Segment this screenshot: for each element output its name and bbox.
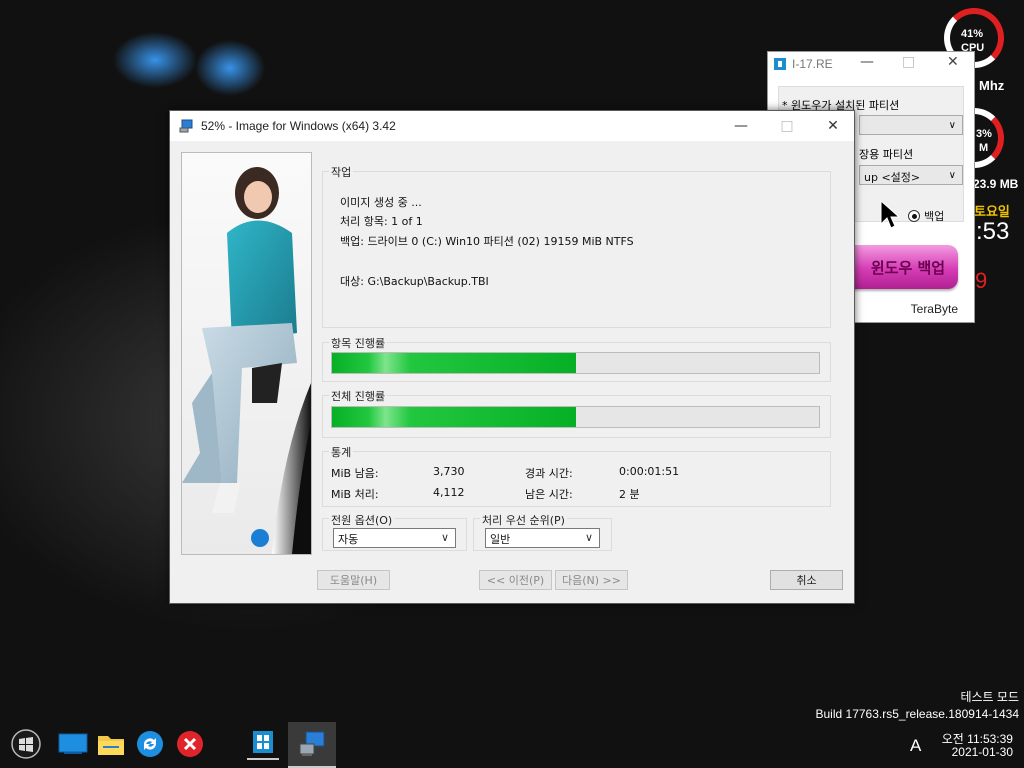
re-brand: TeraByte	[910, 302, 958, 316]
window-title: 52% - Image for Windows (x64) 3.42	[201, 119, 396, 133]
mouse-cursor-icon	[880, 200, 900, 229]
status-text: 이미지 생성 중 ...	[340, 196, 422, 209]
power-options-label: 전원 옵션(O)	[329, 512, 395, 528]
taskbar-image-for-windows[interactable]	[288, 722, 336, 768]
elapsed-label: 경과 시간:	[525, 467, 573, 480]
maximize-button[interactable]: □	[764, 111, 810, 141]
app-computer-icon	[179, 119, 193, 133]
chevron-down-icon: ∨	[584, 531, 593, 544]
total-progress-fill	[332, 407, 576, 427]
folder-icon	[98, 736, 124, 755]
refresh-icon	[137, 731, 163, 757]
ime-indicator[interactable]: A	[910, 736, 921, 756]
minimize-button[interactable]: —	[718, 111, 764, 141]
prev-button[interactable]: << 이전(P)	[479, 570, 552, 590]
re-minimize-button[interactable]: —	[860, 54, 874, 70]
items-processed-text: 처리 항목: 1 of 1	[340, 215, 423, 228]
ram-label: M	[979, 142, 989, 154]
desktop-button[interactable]	[57, 728, 89, 760]
radio-selected-icon	[908, 210, 920, 222]
close-button[interactable]: ✕	[810, 111, 856, 141]
close-app-button[interactable]	[174, 728, 206, 760]
task-group-label: 작업	[329, 164, 354, 180]
total-progress-bar	[331, 406, 820, 428]
stats-label: 통계	[329, 444, 354, 460]
remaining-label: 남은 시간:	[525, 488, 573, 501]
re-title: I-17.RE	[792, 57, 833, 71]
priority-value: 일반	[490, 533, 511, 546]
cancel-button[interactable]: 취소	[770, 570, 843, 590]
next-button[interactable]: 다음(N) >>	[555, 570, 628, 590]
image-for-windows-window: 52% - Image for Windows (x64) 3.42 — □ ✕	[169, 110, 855, 604]
item-progress-bar	[331, 352, 820, 374]
start-button[interactable]	[10, 728, 42, 760]
power-options-value: 자동	[338, 533, 359, 546]
ram-mb: 23.9 MB	[973, 177, 1019, 191]
terabyte-banner-image	[181, 152, 312, 555]
re-partition-combo[interactable]: ∨	[859, 115, 963, 135]
file-explorer-button[interactable]	[95, 728, 127, 760]
taskbar-clock-date[interactable]: 2021-01-30	[952, 745, 1013, 759]
mib-done-value: 4,112	[433, 486, 465, 499]
re-radio-backup-label: 백업	[924, 210, 945, 223]
build-info-text: Build 17763.rs5_release.180914-1434	[815, 707, 1020, 721]
cpu-percent: 41%	[961, 28, 984, 40]
mib-left-label: MiB 남음:	[331, 467, 379, 480]
priority-select[interactable]: 일반 ∨	[485, 528, 600, 548]
cpu-mhz: Mhz	[979, 78, 1005, 93]
re-radio-backup[interactable]: 백업	[908, 208, 944, 224]
chevron-down-icon: ∨	[948, 120, 956, 131]
windows-backup-button-label: 윈도우 백업	[870, 258, 946, 277]
priority-label: 처리 우선 순위(P)	[480, 512, 567, 528]
chevron-down-icon: ∨	[948, 170, 956, 181]
item-progress-fill	[332, 353, 576, 373]
test-mode-text: 테스트 모드	[960, 690, 1019, 704]
taskbar-re-window[interactable]	[247, 726, 279, 760]
chevron-down-icon: ∨	[440, 531, 449, 544]
clock-widget-seconds: 9	[975, 268, 988, 293]
mib-left-value: 3,730	[433, 465, 465, 478]
total-progress-label: 전체 진행률	[329, 388, 388, 404]
help-button[interactable]: 도움말(H)	[317, 570, 390, 590]
monitor-icon	[58, 733, 88, 754]
re-app-icon	[774, 58, 786, 70]
clock-widget-time: :53	[976, 218, 1010, 245]
elapsed-value: 0:00:01:51	[619, 465, 680, 478]
windows-orb-icon	[11, 729, 41, 759]
re-save-combo[interactable]: up <설정> ∨	[859, 165, 963, 185]
re-save-label: 장용 파티션	[859, 148, 914, 161]
stats-group	[322, 451, 831, 507]
mib-done-label: MiB 처리:	[331, 488, 379, 501]
re-close-button[interactable]: ✕	[947, 54, 959, 70]
ram-percent: 3%	[976, 128, 992, 140]
re-app-taskbar-icon	[253, 731, 273, 753]
re-maximize-button[interactable]: □	[902, 54, 915, 70]
red-x-icon	[177, 731, 203, 757]
power-options-select[interactable]: 자동 ∨	[333, 528, 456, 548]
backup-source-text: 백업: 드라이브 0 (C:) Win10 파티션 (02) 19159 MiB…	[340, 235, 634, 248]
backup-target-text: 대상: G:\Backup\Backup.TBI	[340, 275, 489, 288]
refresh-button[interactable]	[134, 728, 166, 760]
remaining-value: 2 분	[619, 488, 640, 501]
item-progress-label: 항목 진행률	[329, 335, 388, 351]
re-save-combo-value: up <설정>	[864, 171, 921, 184]
computer-backup-icon	[299, 731, 325, 756]
